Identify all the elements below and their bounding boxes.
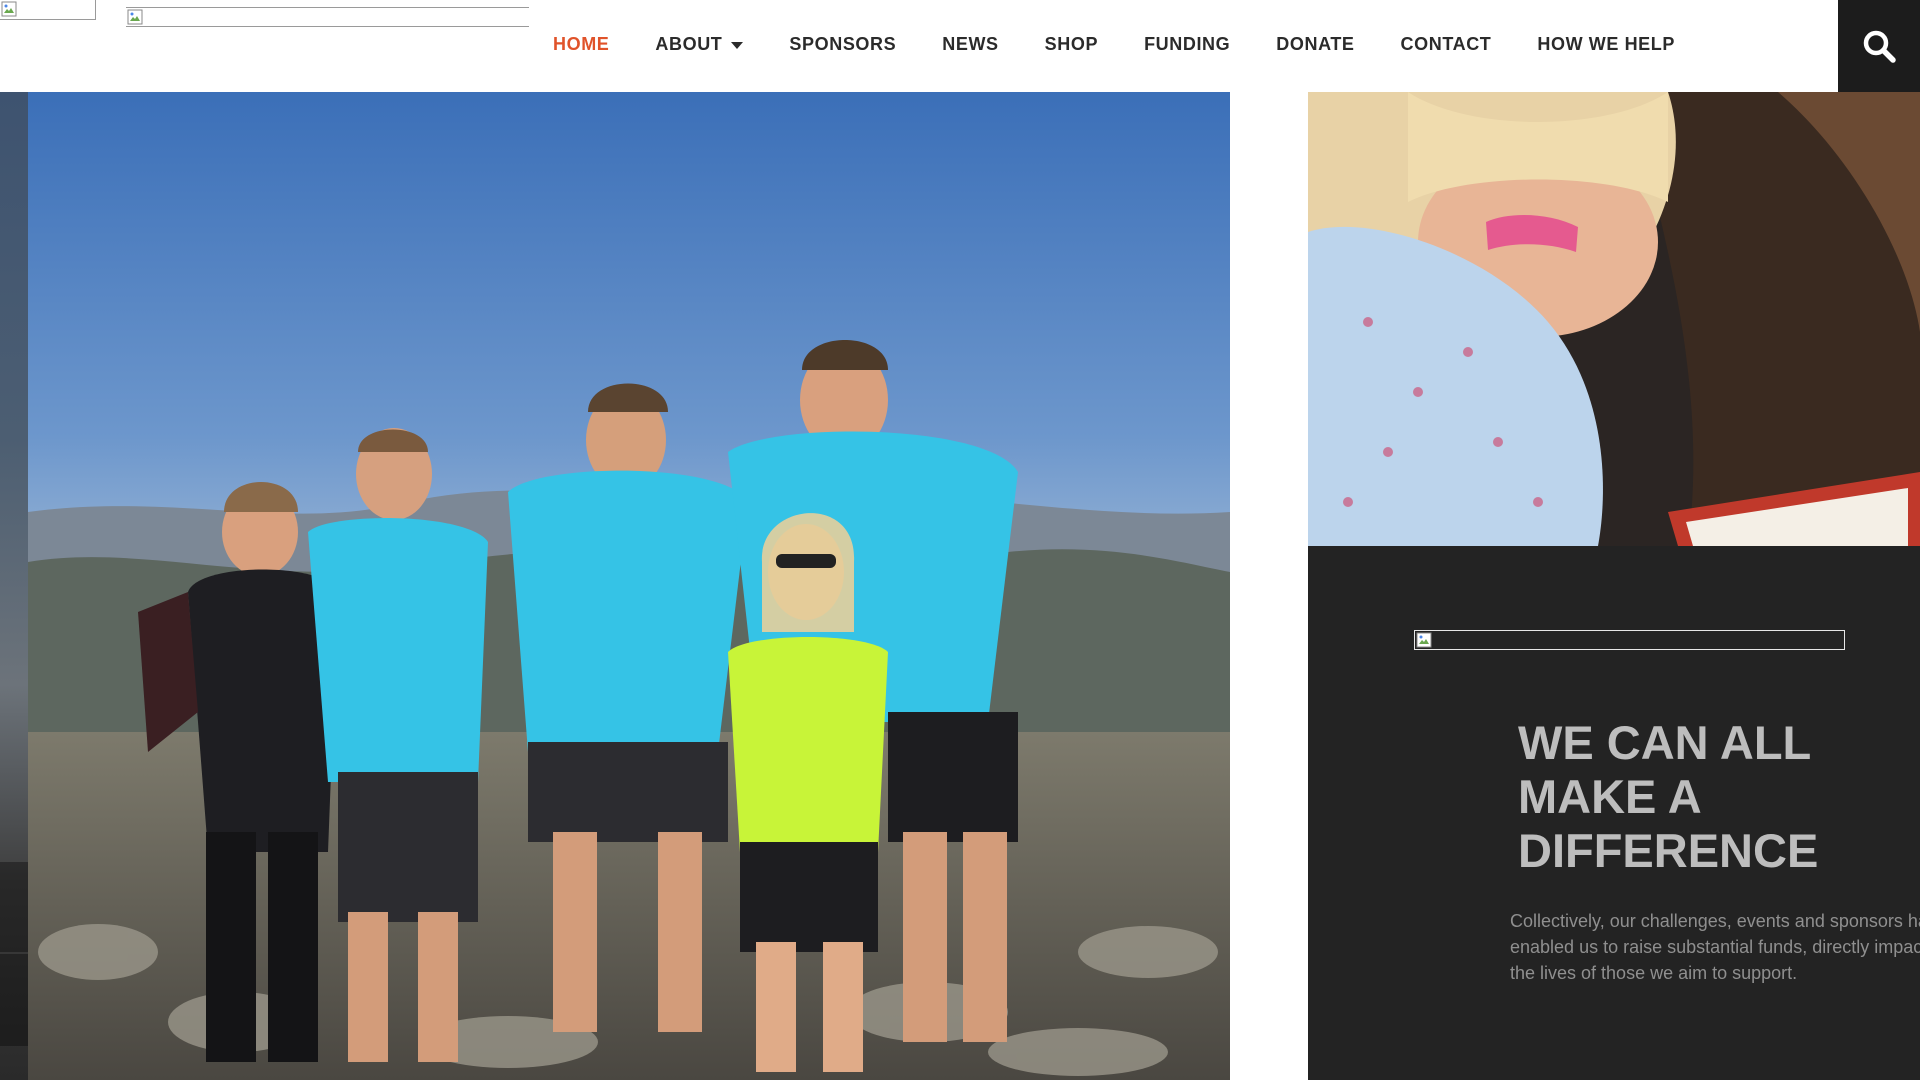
broken-image-icon — [1, 1, 17, 17]
nav-sponsors[interactable]: SPONSORS — [766, 34, 919, 55]
nav-shop[interactable]: SHOP — [1022, 34, 1121, 55]
feature-panel-image — [1414, 630, 1845, 650]
nav-home-label: HOME — [553, 33, 610, 54]
nav-how-we-help[interactable]: HOW WE HELP — [1514, 34, 1698, 55]
hero-illustration — [28, 92, 1230, 1080]
nav-funding-label: FUNDING — [1144, 33, 1231, 54]
nav-contact[interactable]: CONTACT — [1378, 34, 1515, 55]
slider-prev-peek[interactable] — [0, 92, 28, 1080]
site-header: HOME ABOUT SPONSORS NEWS SHOP FUNDING DO… — [0, 0, 1920, 92]
nav-funding[interactable]: FUNDING — [1121, 34, 1253, 55]
nav-about-label: ABOUT — [655, 33, 723, 54]
chevron-down-icon — [731, 41, 744, 49]
feature-body-line: Collectively, our challenges, events and… — [1510, 911, 1920, 931]
feature-photo — [1308, 92, 1920, 546]
nav-about[interactable]: ABOUT — [632, 34, 766, 55]
nav-donate[interactable]: DONATE — [1253, 34, 1377, 55]
nav-news[interactable]: NEWS — [919, 34, 1021, 55]
search-icon — [1863, 30, 1896, 63]
feature-body-line: enabled us to raise substantial funds, d… — [1510, 937, 1920, 957]
nav-contact-label: CONTACT — [1400, 33, 1492, 54]
main-nav: HOME ABOUT SPONSORS NEWS SHOP FUNDING DO… — [530, 0, 1698, 88]
broken-image-icon — [127, 9, 143, 25]
nav-home[interactable]: HOME — [530, 34, 632, 55]
broken-image-icon — [1416, 632, 1432, 648]
nav-news-label: NEWS — [942, 33, 999, 54]
nav-donate-label: DONATE — [1276, 33, 1355, 54]
feature-illustration — [1308, 92, 1920, 546]
feature-panel: WE CAN ALL MAKE A DIFFERENCE Collectivel… — [1308, 546, 1920, 1080]
hero-photo — [28, 92, 1230, 1080]
feature-body-line: the lives of those we aim to support. — [1510, 963, 1798, 983]
site-logo[interactable] — [0, 0, 96, 20]
nav-sponsors-label: SPONSORS — [789, 33, 897, 54]
nav-how-we-help-label: HOW WE HELP — [1537, 33, 1675, 54]
search-button[interactable] — [1838, 0, 1920, 92]
nav-shop-label: SHOP — [1044, 33, 1099, 54]
site-logo-wordmark[interactable] — [126, 7, 529, 27]
feature-body: Collectively, our challenges, events and… — [1510, 908, 1920, 986]
feature-headline: WE CAN ALL MAKE A DIFFERENCE — [1518, 716, 1819, 877]
